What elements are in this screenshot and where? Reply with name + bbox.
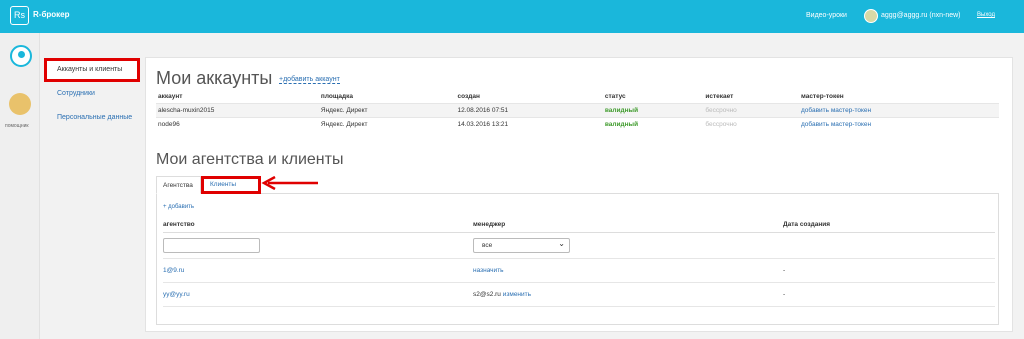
app-logo[interactable]: Rs <box>10 6 29 25</box>
date-cell: - <box>783 258 995 283</box>
col-platform: площадка <box>320 93 354 101</box>
left-rail: помощник <box>0 33 40 339</box>
accounts-table: аккаунт площадка создан статус истекает … <box>156 91 999 131</box>
tab-clients[interactable]: Клиенты <box>201 176 261 194</box>
top-bar: Rs R-брокер Видео-уроки aggg@aggg.ru (nx… <box>0 0 1024 33</box>
add-account-link[interactable]: +добавить аккаунт <box>279 76 340 84</box>
col-expires: истекает <box>705 93 734 101</box>
col-agency: агентство <box>163 218 473 233</box>
table-row: node96 Яндекс. Директ 14.03.2016 13:21 в… <box>156 116 999 131</box>
nav-item-employees[interactable]: Сотрудники <box>44 82 140 106</box>
table-row: yy@yy.ru s2@s2.ru изменить - <box>163 282 995 307</box>
account-cell: alescha-muxin2015 <box>156 102 319 117</box>
agencies-table: агентство менеджер Дата создания все 1@9… <box>163 218 995 307</box>
status-cell: валидный <box>602 102 704 117</box>
agency-email-link[interactable]: yy@yy.ru <box>163 282 473 307</box>
add-master-token-link[interactable]: добавить мастер-токен <box>798 102 999 117</box>
table-row: 1@9.ru назначить - <box>163 258 995 283</box>
assistant-icon[interactable] <box>9 93 31 115</box>
agencies-box: + добавить агентство менеджер Дата созда… <box>156 194 999 325</box>
accounts-title: Мои аккаунты <box>156 68 273 88</box>
annotation-arrow-icon <box>261 176 318 190</box>
platform-cell: Яндекс. Директ <box>318 102 456 117</box>
brand-name[interactable]: R-брокер <box>33 10 70 19</box>
manager-filter-select[interactable]: все <box>473 237 570 253</box>
account-cell: node96 <box>156 116 319 131</box>
created-cell: 12.08.2016 07:51 <box>455 102 603 117</box>
col-date-created: Дата создания <box>783 218 995 233</box>
filter-row: все <box>163 232 995 259</box>
agency-filter-input[interactable] <box>163 237 260 253</box>
status-cell: валидный <box>602 116 704 131</box>
col-master-token: мастер-токен <box>800 93 844 101</box>
assistant-label: помощник <box>5 123 29 129</box>
nav-item-accounts[interactable]: Аккаунты и клиенты <box>44 58 140 82</box>
created-cell: 14.03.2016 13:21 <box>455 116 603 131</box>
user-name[interactable]: aggg@aggg.ru (nxn-new) <box>881 12 961 19</box>
add-agency-link[interactable]: + добавить <box>163 204 194 210</box>
logout-link[interactable]: Выход <box>977 12 995 18</box>
user-avatar[interactable] <box>864 9 878 23</box>
assign-manager-link[interactable]: назначить <box>473 258 783 283</box>
video-lessons-link[interactable]: Видео-уроки <box>806 12 847 19</box>
tab-agencies[interactable]: Агентства <box>156 176 201 194</box>
col-created: создан <box>457 93 480 101</box>
expires-cell: бессрочно <box>703 116 799 131</box>
col-status: статус <box>604 93 626 101</box>
expires-cell: бессрочно <box>703 102 799 117</box>
agency-email-link[interactable]: 1@9.ru <box>163 258 473 283</box>
col-manager: менеджер <box>473 218 783 233</box>
change-manager-link[interactable]: изменить <box>503 291 531 298</box>
manager-email: s2@s2.ru <box>473 290 501 298</box>
user-icon[interactable] <box>10 45 32 67</box>
col-account: аккаунт <box>158 93 183 101</box>
agencies-title: Мои агентства и клиенты <box>156 151 344 168</box>
platform-cell: Яндекс. Директ <box>318 116 456 131</box>
date-cell: - <box>783 282 995 307</box>
table-row: alescha-muxin2015 Яндекс. Директ 12.08.2… <box>156 102 999 117</box>
section-nav: Аккаунты и клиенты Сотрудники Персональн… <box>44 58 140 130</box>
nav-item-personal-data[interactable]: Персональные данные <box>44 106 140 130</box>
add-master-token-link[interactable]: добавить мастер-токен <box>798 116 999 131</box>
main-panel: Мои аккаунты +добавить аккаунт аккаунт п… <box>145 57 1013 332</box>
